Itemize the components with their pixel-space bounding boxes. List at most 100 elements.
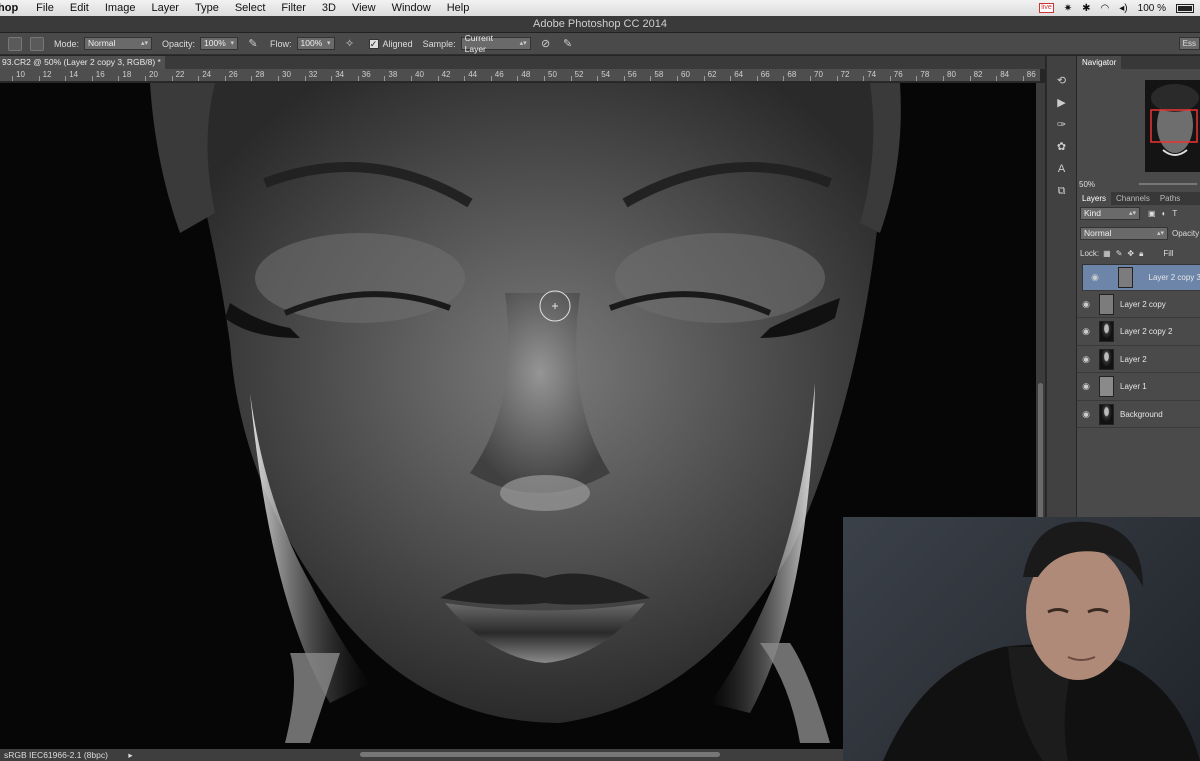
tab-paths[interactable]: Paths [1155, 192, 1185, 205]
wifi-icon[interactable]: ◠ [1101, 3, 1110, 14]
menu-file[interactable]: File [28, 2, 62, 14]
app-menu[interactable]: hop [0, 2, 28, 14]
visibility-eye-icon[interactable]: ◉ [1077, 409, 1095, 420]
actions-play-icon[interactable]: ▶ [1055, 96, 1069, 110]
pressure-size-icon[interactable]: ✎ [561, 37, 575, 51]
opacity-input[interactable]: 100% ▾ [200, 37, 239, 50]
layer-row[interactable]: ◉ Layer 2 copy 3 [1082, 264, 1200, 291]
ruler-tick-label: 26 [228, 70, 238, 79]
flow-input[interactable]: 100% ▾ [296, 37, 335, 50]
bluetooth-icon[interactable]: ✱ [1082, 3, 1090, 14]
lock-all-icon[interactable]: 🔒︎ [1139, 249, 1143, 259]
menu-edit[interactable]: Edit [62, 2, 97, 14]
navigator-zoom[interactable]: 50% [1079, 180, 1095, 189]
pressure-opacity-icon[interactable]: ✎ [246, 37, 260, 51]
ruler-tick-mark [198, 76, 200, 81]
workspace-switcher[interactable]: Ess [1178, 37, 1200, 50]
visibility-eye-icon[interactable]: ◉ [1077, 299, 1095, 310]
layer-row[interactable]: ◉ Layer 2 copy 2 [1077, 319, 1200, 346]
ruler-tick-label: 86 [1026, 70, 1036, 79]
menu-type[interactable]: Type [187, 2, 227, 14]
pixel-filter-icon[interactable]: ▣ [1148, 209, 1156, 218]
ruler-tick-mark [331, 76, 333, 81]
ruler-tick-label: 12 [42, 70, 52, 79]
visibility-eye-icon[interactable]: ◉ [1077, 381, 1095, 392]
menu-layer[interactable]: Layer [143, 2, 187, 14]
tab-navigator[interactable]: Navigator [1077, 56, 1122, 69]
document-tab[interactable]: 93.CR2 @ 50% (Layer 2 copy 3, RGB/8) * [0, 56, 165, 69]
clone-source-icon[interactable]: ⧉ [1055, 184, 1069, 198]
brushes-icon[interactable]: ✿ [1055, 140, 1069, 154]
ignore-adjustment-icon[interactable]: ⊘ [539, 37, 553, 51]
airbrush-icon[interactable]: ✧ [343, 37, 357, 51]
ruler-tick-label: 48 [521, 70, 531, 79]
layer-opacity-label: Opacity [1172, 229, 1200, 238]
character-icon[interactable]: A [1055, 162, 1069, 176]
ruler-tick-mark [810, 76, 811, 81]
menu-window[interactable]: Window [384, 2, 439, 14]
lock-label: Lock: [1080, 249, 1100, 258]
layer-name[interactable]: Layer 2 copy 2 [1120, 327, 1172, 336]
mode-select[interactable]: Normal ▴▾ [84, 37, 153, 50]
kind-filter-select[interactable]: Kind ▴▾ [1080, 207, 1140, 220]
layer-name[interactable]: Layer 2 [1120, 355, 1147, 364]
menu-3d[interactable]: 3D [314, 2, 344, 14]
menu-filter[interactable]: Filter [273, 2, 313, 14]
horizontal-ruler: 10 12 14 16 18 20 22 24 26 28 30 32 34 36 38 40 42 44 46 48… [0, 69, 1040, 82]
menu-select[interactable]: Select [227, 2, 274, 14]
menu-help[interactable]: Help [439, 2, 478, 14]
brush-preset-icon[interactable] [30, 36, 44, 51]
visibility-eye-icon[interactable]: ◉ [1086, 272, 1104, 283]
recording-icon[interactable]: live [1039, 3, 1054, 13]
ruler-tick-mark [730, 76, 732, 81]
ruler-tick-mark [38, 76, 40, 81]
lock-transparent-icon[interactable]: ▦ [1103, 249, 1111, 258]
layer-name[interactable]: Layer 2 copy 3 [1149, 272, 1200, 283]
tool-preset-icon[interactable] [8, 36, 22, 51]
horizontal-scroll-thumb[interactable] [360, 752, 720, 757]
menu-view[interactable]: View [344, 2, 384, 14]
color-profile: sRGB IEC61966-2.1 (8bpc) [4, 750, 108, 760]
lock-position-icon[interactable]: ✥ [1127, 249, 1134, 258]
ruler-tick-label: 72 [840, 70, 850, 79]
layer-thumbnail [1099, 403, 1114, 425]
battery-icon[interactable] [1176, 3, 1194, 13]
layer-row[interactable]: ◉ Layer 2 [1077, 346, 1200, 374]
sample-select[interactable]: Current Layer ▴▾ [460, 33, 531, 54]
battery-percent: 100 % [1137, 2, 1166, 14]
ruler-tick-label: 34 [335, 70, 345, 79]
navigator-thumbnail[interactable] [1145, 80, 1200, 172]
ruler-tick-mark [224, 76, 226, 81]
type-filter-icon[interactable]: T [1172, 209, 1177, 218]
brightness-icon[interactable]: ✷ [1064, 3, 1072, 14]
ruler-tick-mark [357, 76, 359, 81]
kind-value: Kind [1084, 208, 1102, 218]
visibility-eye-icon[interactable]: ◉ [1077, 354, 1095, 365]
aligned-checkbox[interactable]: ✓ [368, 38, 379, 49]
document-tabs: 93.CR2 @ 50% (Layer 2 copy 3, RGB/8) * [0, 56, 1045, 69]
navigator-zoom-slider[interactable] [1139, 183, 1197, 185]
ruler-tick-mark [251, 76, 253, 81]
ruler-tick-mark [623, 76, 625, 81]
layer-name[interactable]: Layer 2 copy [1120, 300, 1166, 309]
ruler-tick-label: 30 [282, 70, 291, 79]
tool-presets-icon[interactable]: ✑ [1055, 118, 1069, 132]
menu-image[interactable]: Image [97, 2, 144, 14]
ruler-tick-label: 44 [468, 70, 478, 79]
blend-mode-select[interactable]: Normal ▴▾ [1080, 227, 1168, 240]
status-bar: sRGB IEC61966-2.1 (8bpc) ▸ [0, 749, 845, 761]
layer-name[interactable]: Layer 1 [1120, 382, 1147, 391]
lock-pixels-icon[interactable]: ✎ [1116, 249, 1123, 258]
layer-name[interactable]: Background [1120, 410, 1163, 419]
tab-layers[interactable]: Layers [1077, 192, 1112, 205]
visibility-eye-icon[interactable]: ◉ [1077, 326, 1095, 337]
layer-row[interactable]: ◉ Layer 1 [1077, 374, 1200, 401]
layer-row[interactable]: ◉ Layer 2 copy [1077, 291, 1200, 319]
layer-row[interactable]: ◉ Background [1077, 401, 1200, 428]
volume-icon[interactable]: ◂) [1119, 3, 1127, 14]
tab-channels[interactable]: Channels [1111, 192, 1155, 205]
status-menu-arrow-icon[interactable]: ▸ [128, 750, 132, 760]
history-icon[interactable]: ⟲ [1055, 74, 1069, 88]
ruler-tick-label: 52 [574, 70, 584, 79]
adjustment-filter-icon[interactable]: ◐ [1162, 209, 1167, 218]
